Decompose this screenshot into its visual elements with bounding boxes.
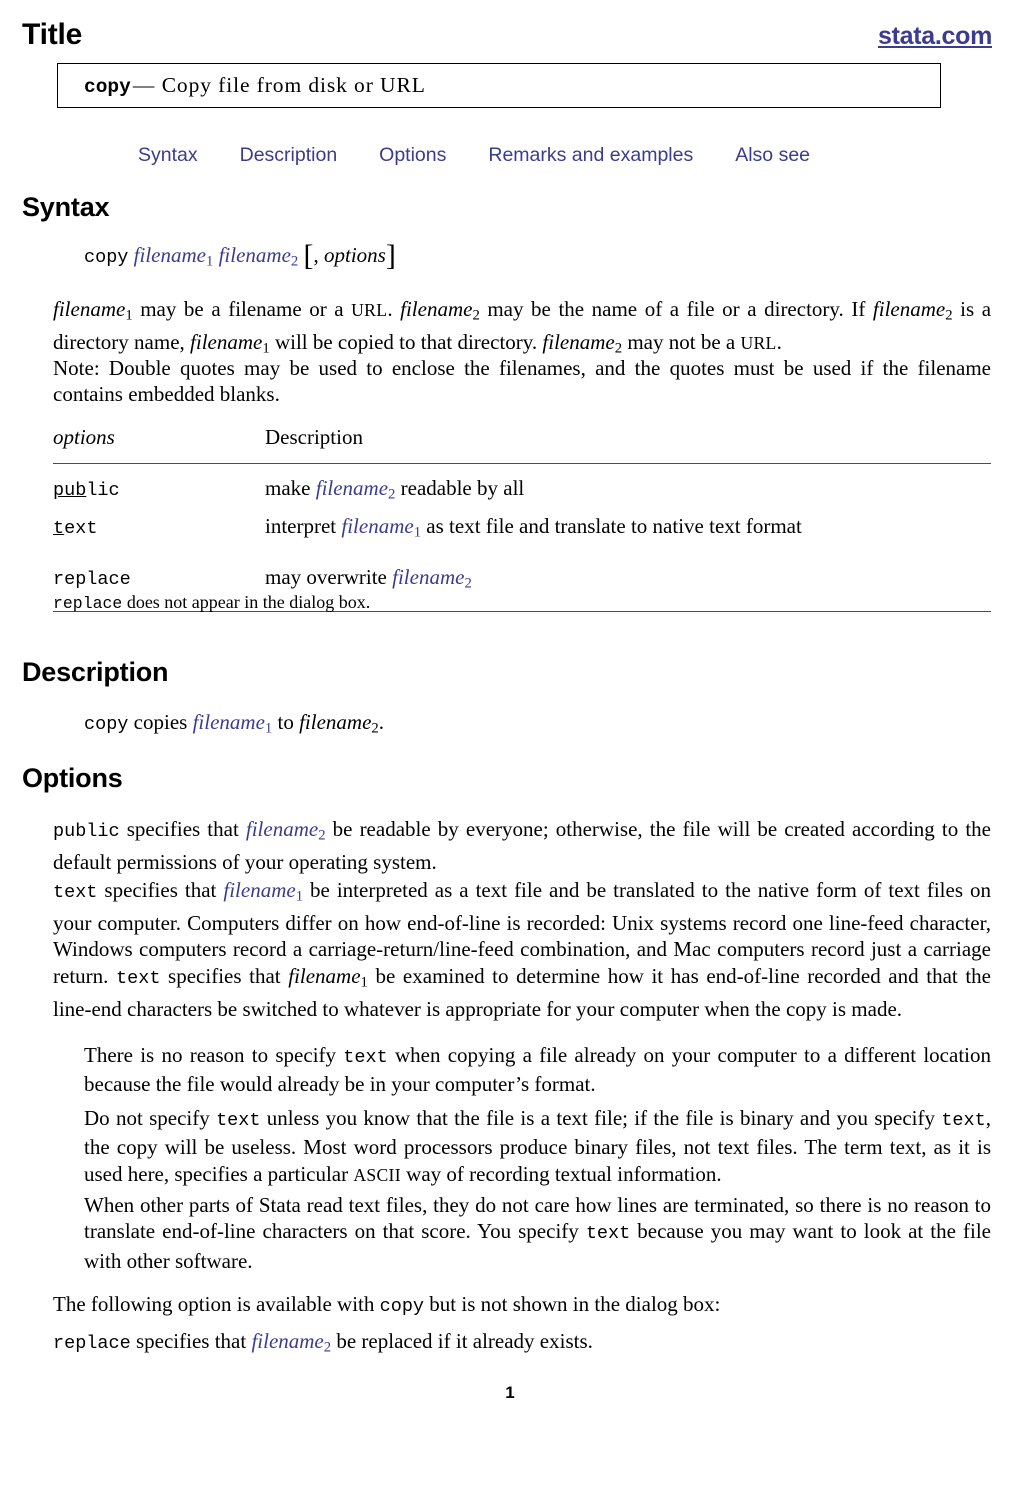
description-paragraph: copy copies filename1 to filename2. (84, 710, 384, 737)
paragraph-no-reason-to-specify: There is no reason to specify text when … (84, 1043, 991, 1097)
syntax-p1-filename2: filename2 (400, 297, 480, 324)
option-public-link-filename: filename2 (245, 817, 326, 844)
manual-page: Title stata.com copy— Copy file from dis… (0, 0, 1020, 1492)
syntax-p1-filename4: filename1 (190, 330, 270, 357)
option-text-command: text (53, 882, 98, 903)
option-name-text: text (53, 517, 98, 539)
syntax-p1-filename3: filename2 (872, 297, 953, 324)
options-table-header-options: options (53, 425, 115, 449)
heading-syntax: Syntax (22, 192, 110, 222)
syntax-p1-filename5: filename2 (542, 330, 623, 357)
syntax-command-line: copy filename1 filename2 [, options] (84, 241, 396, 271)
url-smallcaps-2: URL (740, 333, 777, 354)
option-public-command: public (53, 821, 120, 842)
paragraph-when-other-parts: When other parts of Stata read text file… (84, 1193, 991, 1273)
option-replace-command: replace (53, 1333, 131, 1354)
stata-com-link[interactable]: stata.com (878, 22, 992, 51)
heading-description: Description (22, 657, 169, 687)
syntax-comma: , (313, 243, 319, 267)
syntax-note-text: Note: Double quotes may be used to enclo… (53, 356, 991, 407)
desc-link-filename: filename2 (315, 476, 396, 503)
syntax-paragraph-filenames: filename1 may be a filename or a URL. fi… (53, 297, 992, 357)
bracket-open: [ (303, 239, 314, 272)
command-description: Copy file from disk or URL (161, 73, 426, 97)
options-table-footnote: replace does not appear in the dialog bo… (53, 592, 370, 613)
page-header: Title stata.com (22, 18, 992, 52)
inline-command-copy: copy (379, 1296, 425, 1317)
table-row: public make filename2 readable by all (53, 476, 525, 503)
syntax-p1-filename1: filename1 (53, 297, 133, 324)
option-name-replace: replace (53, 569, 131, 591)
inline-command-text-2: text (941, 1110, 986, 1131)
description-command: copy (84, 714, 129, 735)
nav-link-syntax[interactable]: Syntax (138, 144, 198, 166)
inline-command-text-1: text (216, 1110, 261, 1131)
em-dash: — (132, 73, 155, 97)
desc-link-filename: filename2 (392, 565, 472, 593)
heading-options: Options (22, 763, 123, 793)
url-smallcaps-1: URL (351, 300, 388, 320)
footnote-text: does not appear in the dialog box. (122, 592, 371, 612)
option-text-command-2: text (116, 967, 161, 989)
bracket-close: ] (385, 239, 396, 272)
page-title: Title (22, 18, 83, 51)
ascii-smallcaps: ASCII (353, 1164, 401, 1185)
option-paragraph-text: text specifies that filename1 be interpr… (53, 878, 992, 1021)
paragraph-do-not-specify: Do not specify text unless you know that… (84, 1106, 991, 1186)
syntax-arg-filename1: filename1 (133, 243, 214, 270)
options-table-header-row: options Description (53, 425, 991, 463)
description-link-filename1: filename1 (192, 710, 273, 737)
nav-link-options[interactable]: Options (379, 144, 446, 166)
inline-command-text: text (343, 1047, 388, 1068)
desc-link-filename: filename1 (341, 513, 422, 541)
option-paragraph-replace: replace specifies that filename2 be repl… (53, 1329, 593, 1356)
syntax-note: Note: Double quotes may be used to enclo… (53, 355, 991, 408)
nav-link-description[interactable]: Description (240, 144, 338, 166)
command-title-text: copy— Copy file from disk or URL (58, 73, 426, 98)
options-table-header-description: Description (265, 425, 363, 449)
page-number: 1 (505, 1383, 515, 1402)
syntax-options-word: options (323, 243, 386, 267)
option-name-public: public (53, 480, 120, 501)
syntax-command: copy (84, 247, 129, 268)
table-row: text interpret filename1 as text file an… (53, 513, 802, 541)
options-table: options Description public make filename… (53, 425, 991, 613)
section-nav: Syntax Description Options Remarks and exam… (138, 144, 810, 167)
nav-link-also-see[interactable]: Also see (735, 144, 810, 166)
option-replace-link-filename: filename2 (251, 1329, 332, 1356)
option-text-link-filename: filename1 (223, 878, 304, 905)
syntax-arg-filename2: filename2 (218, 243, 299, 270)
option-text-filename-plain: filename1 (288, 963, 368, 991)
inline-command-text-3: text (585, 1223, 631, 1245)
option-paragraph-public: public specifies that filename2 be reada… (53, 817, 991, 875)
command-name: copy (84, 76, 131, 98)
footnote-command: replace (53, 594, 123, 613)
description-filename2: filename2 (299, 710, 379, 737)
command-title-box: copy— Copy file from disk or URL (57, 63, 941, 108)
paragraph-following-option: The following option is available with c… (53, 1292, 721, 1317)
nav-link-remarks-and-examples[interactable]: Remarks and examples (488, 144, 693, 166)
